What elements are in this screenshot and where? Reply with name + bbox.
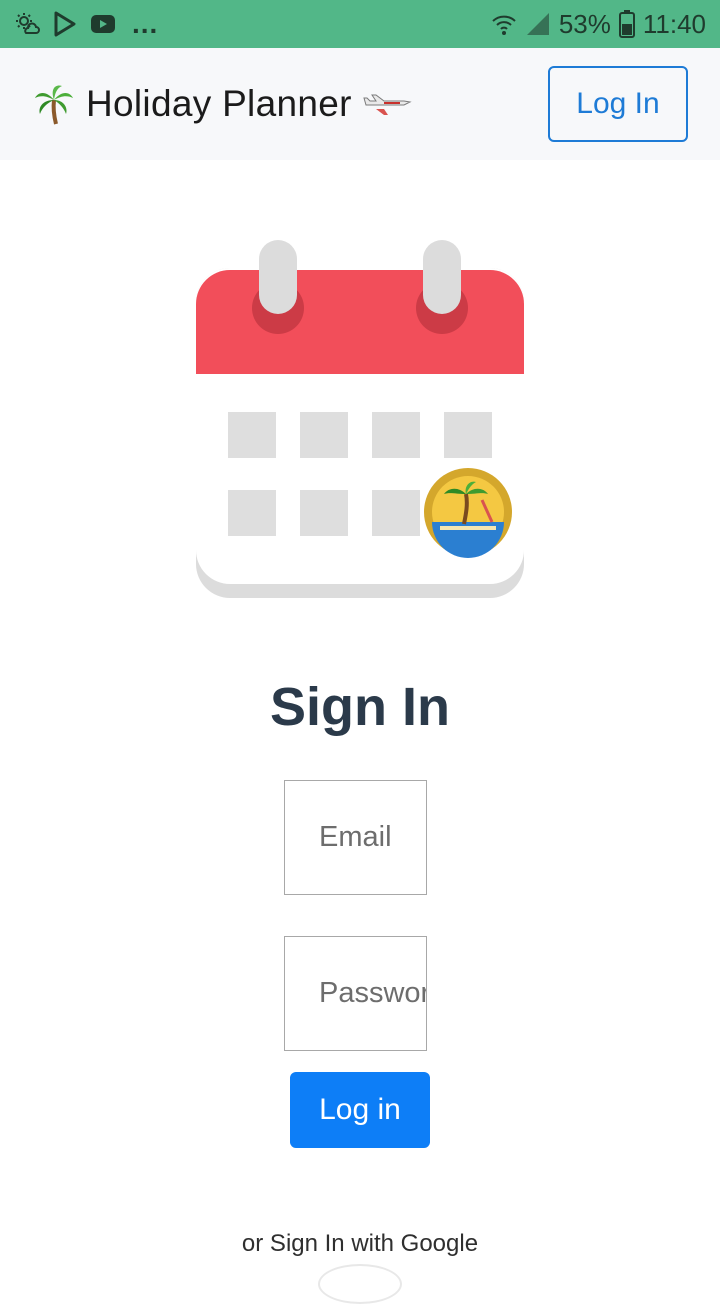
palm-tree-icon (35, 85, 73, 125)
weather-icon (16, 13, 40, 34)
google-signin-button[interactable] (318, 1264, 402, 1304)
status-bar: ... 53% 11:40 (0, 0, 720, 48)
calendar-illustration (196, 240, 524, 598)
battery-percent: 53% (558, 8, 611, 39)
signal-icon (526, 13, 549, 35)
battery-icon (618, 10, 635, 38)
app-title: Holiday Planner (86, 83, 352, 124)
wifi-icon (492, 15, 516, 35)
nav-login-button[interactable]: Log In (548, 66, 688, 142)
more-notifications: ... (132, 8, 159, 39)
airplane-icon (363, 94, 412, 115)
brand[interactable]: Holiday Planner (32, 82, 412, 126)
login-button[interactable]: Log in (290, 1072, 430, 1148)
status-left: ... (14, 8, 159, 39)
page-title: Sign In (270, 677, 450, 737)
status-right: 53% 11:40 (491, 9, 706, 40)
email-input[interactable] (284, 780, 427, 895)
password-input[interactable] (284, 936, 427, 1051)
play-store-icon (54, 11, 76, 37)
google-signin-link[interactable]: or Sign In with Google (0, 1230, 720, 1258)
youtube-icon (91, 15, 115, 33)
navbar: Holiday Planner Log In (0, 48, 720, 160)
clock: 11:40 (642, 8, 706, 39)
